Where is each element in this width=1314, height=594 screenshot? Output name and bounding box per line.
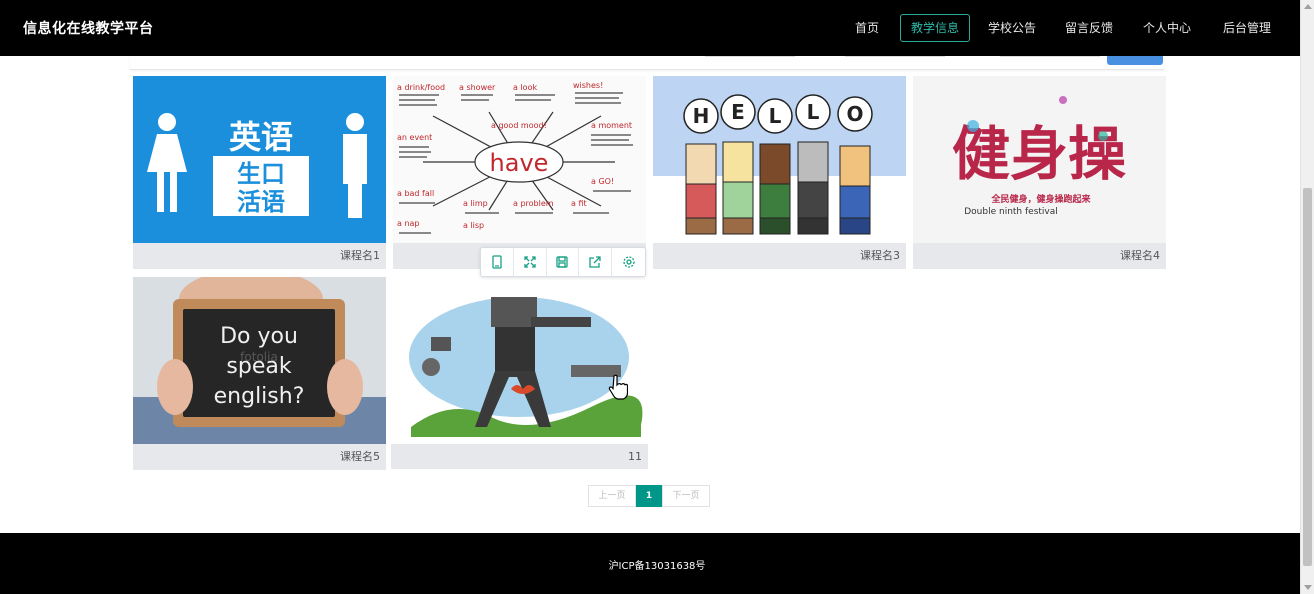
course-name: 11 [628, 450, 642, 463]
nav-admin[interactable]: 后台管理 [1216, 14, 1278, 42]
svg-text:活语: 活语 [237, 188, 285, 216]
fitness-image: 健身操 全民健身，健身操跑起来 Double ninth festival [913, 76, 1166, 243]
svg-text:Do you: Do you [220, 324, 298, 349]
scroll-down-arrow-icon[interactable] [1304, 585, 1312, 590]
fullscreen-icon[interactable] [514, 248, 547, 276]
course-thumbnail[interactable]: Do you speak english? fotolia [133, 277, 386, 444]
course-name: 课程名5 [340, 450, 380, 463]
top-navbar: 信息化在线教学平台 首页 教学信息 学校公告 留言反馈 个人中心 后台管理 [0, 0, 1300, 56]
tablet-icon[interactable] [481, 248, 514, 276]
svg-text:a moment: a moment [591, 121, 632, 130]
course-thumbnail[interactable]: 英语 生口 活语 [133, 76, 386, 243]
save-icon[interactable] [547, 248, 580, 276]
course-card[interactable]: 健身操 全民健身，健身操跑起来 Double ninth festival 课程… [913, 76, 1166, 269]
nav-personal-center[interactable]: 个人中心 [1136, 14, 1198, 42]
page-footer: 沪ICP备13031638号 [0, 533, 1300, 594]
svg-text:L: L [807, 100, 820, 124]
search-field-3[interactable] [1000, 56, 1100, 57]
svg-text:全民健身，健身操跑起来: 全民健身，健身操跑起来 [990, 193, 1091, 205]
svg-text:L: L [769, 104, 782, 128]
svg-text:a good mood!: a good mood! [491, 121, 547, 130]
svg-text:a fit: a fit [571, 199, 587, 208]
svg-text:a bad fall: a bad fall [397, 189, 434, 198]
image-text-english: 英语 [229, 118, 293, 156]
course-name: 课程名3 [860, 249, 900, 262]
search-field-1[interactable] [705, 56, 795, 57]
course-card[interactable]: have a drink/food a shower a look wishes… [393, 76, 646, 269]
course-card[interactable]: 英语 生口 活语 课程名1 [133, 76, 386, 269]
nav-feedback[interactable]: 留言反馈 [1058, 14, 1120, 42]
svg-text:H: H [693, 104, 710, 128]
svg-text:Double ninth festival: Double ninth festival [964, 207, 1058, 217]
course-name: 课程名1 [340, 249, 380, 262]
pagination: 上一页 1 下一页 [588, 485, 710, 507]
next-page-button[interactable]: 下一页 [662, 485, 710, 507]
course-name: 课程名4 [1120, 249, 1160, 262]
icp-record[interactable]: 沪ICP备13031638号 [0, 557, 1314, 572]
svg-text:健身操: 健身操 [952, 120, 1126, 188]
hello-kids-image: H E L L O [653, 76, 906, 243]
svg-text:an event: an event [397, 133, 432, 142]
scroll-thumb[interactable] [1303, 188, 1312, 566]
svg-text:生口: 生口 [237, 160, 285, 188]
svg-text:a problem: a problem [513, 199, 554, 208]
course-thumbnail[interactable]: H E L L O [653, 76, 906, 243]
photographer-image [391, 277, 648, 444]
settings-icon[interactable] [612, 248, 645, 276]
course-card[interactable]: H E L L O 课程名3 [653, 76, 906, 269]
svg-text:have: have [490, 149, 549, 177]
course-thumbnail[interactable]: 健身操 全民健身，健身操跑起来 Double ninth festival [913, 76, 1166, 243]
speak-english-image: Do you speak english? fotolia [133, 277, 386, 444]
course-thumbnail[interactable] [391, 277, 648, 444]
svg-text:a GO!: a GO! [591, 177, 614, 186]
image-toolbar [480, 247, 646, 277]
svg-text:a lisp: a lisp [463, 221, 484, 230]
scroll-up-arrow-icon[interactable] [1304, 4, 1312, 9]
svg-text:E: E [731, 100, 745, 124]
browser-viewport: 信息化在线教学平台 首页 教学信息 学校公告 留言反馈 个人中心 后台管理 英语… [0, 0, 1314, 594]
have-mindmap-image: have a drink/food a shower a look wishes… [393, 76, 646, 243]
nav-teaching-info[interactable]: 教学信息 [900, 14, 970, 42]
svg-text:fotolia: fotolia [240, 350, 278, 364]
search-field-2[interactable] [845, 56, 945, 57]
spoken-english-image: 英语 生口 活语 [133, 76, 386, 243]
svg-text:a limp: a limp [463, 199, 488, 208]
svg-text:a shower: a shower [459, 83, 496, 92]
course-card[interactable]: Do you speak english? fotolia 课程名5 [133, 277, 386, 470]
current-page[interactable]: 1 [636, 485, 662, 507]
nav-home[interactable]: 首页 [845, 14, 889, 42]
prev-page-button[interactable]: 上一页 [588, 485, 636, 507]
svg-text:english?: english? [214, 384, 305, 409]
course-card[interactable]: 11 [391, 277, 648, 469]
svg-text:a nap: a nap [397, 219, 420, 228]
svg-text:wishes!: wishes! [573, 81, 603, 90]
hand-pointer-cursor-icon [608, 374, 629, 404]
svg-text:a look: a look [513, 83, 537, 92]
svg-text:a drink/food: a drink/food [397, 83, 445, 92]
nav-school-notice[interactable]: 学校公告 [982, 14, 1042, 42]
site-brand[interactable]: 信息化在线教学平台 [23, 18, 154, 38]
share-icon[interactable] [579, 248, 613, 276]
vertical-scrollbar[interactable] [1300, 0, 1314, 594]
course-thumbnail[interactable]: have a drink/food a shower a look wishes… [393, 76, 646, 243]
svg-text:O: O [846, 102, 863, 126]
